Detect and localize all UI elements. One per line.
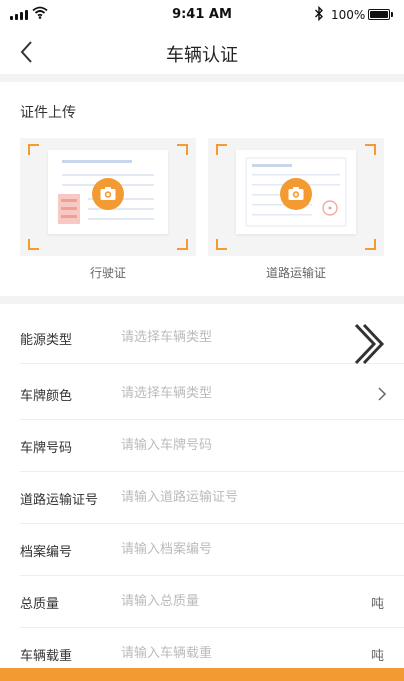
- file-number-label: 档案编号: [20, 545, 73, 560]
- plate-color-label: 车牌颜色: [20, 389, 73, 404]
- total-mass-label: 总质量: [20, 597, 60, 612]
- bluetooth-icon: [315, 6, 323, 21]
- energy-type-select[interactable]: [121, 326, 351, 348]
- nav-bar: 车辆认证: [0, 30, 404, 74]
- vehicle-load-label: 车辆载重: [20, 649, 73, 664]
- submit-bar[interactable]: [0, 668, 404, 681]
- battery-percent: 100%: [331, 8, 366, 22]
- form-row-total-mass[interactable]: 总质量 吨: [20, 576, 404, 628]
- form-row-plate-color[interactable]: 车牌颜色: [20, 368, 404, 420]
- form-row-energy-type[interactable]: 能源类型: [20, 312, 404, 364]
- vehicle-load-unit: 吨: [370, 649, 384, 664]
- total-mass-input[interactable]: [121, 590, 351, 612]
- form-row-transport-permit-number[interactable]: 道路运输证号: [20, 472, 404, 524]
- road-transport-permit-upload-card[interactable]: [208, 138, 384, 256]
- transport-permit-number-input[interactable]: [121, 486, 351, 508]
- total-mass-unit: 吨: [370, 597, 384, 612]
- file-number-input[interactable]: [121, 538, 351, 560]
- driving-license-upload-card[interactable]: [20, 138, 196, 256]
- plate-number-input[interactable]: [121, 434, 351, 456]
- vehicle-load-input[interactable]: [121, 642, 351, 664]
- double-chevron-right-icon[interactable]: [352, 321, 390, 367]
- camera-icon[interactable]: [280, 178, 312, 210]
- upload-section-title: 证件上传: [20, 105, 76, 121]
- section-divider: [0, 296, 404, 304]
- camera-icon[interactable]: [92, 178, 124, 210]
- plate-color-select[interactable]: [121, 382, 351, 404]
- form-row-file-number[interactable]: 档案编号: [20, 524, 404, 576]
- form-row-plate-number[interactable]: 车牌号码: [20, 420, 404, 472]
- driving-license-label: 行驶证: [89, 266, 126, 280]
- battery-icon: [368, 9, 390, 20]
- chevron-right-icon[interactable]: [376, 387, 388, 401]
- road-transport-permit-label: 道路运输证: [265, 266, 326, 280]
- page-title: 车辆认证: [166, 45, 238, 66]
- status-bar: 9:41 AM 100%: [0, 0, 404, 30]
- section-divider: [0, 74, 404, 82]
- transport-permit-number-label: 道路运输证号: [20, 493, 99, 508]
- energy-type-label: 能源类型: [20, 333, 73, 348]
- plate-number-label: 车牌号码: [20, 441, 73, 456]
